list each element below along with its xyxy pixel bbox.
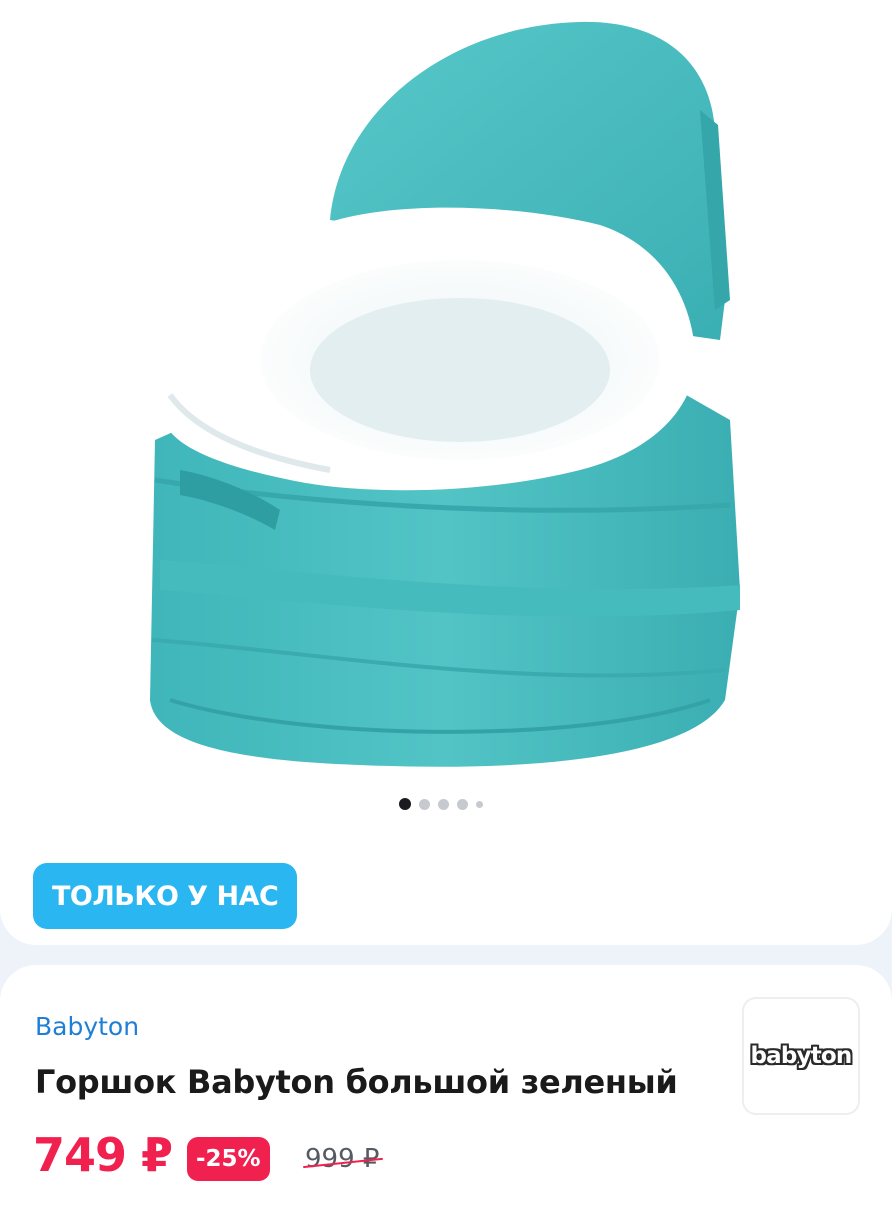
promo-badge: ТОЛЬКО У НАС bbox=[33, 863, 298, 929]
pagination-dot[interactable] bbox=[419, 798, 430, 810]
brand-link[interactable]: Babyton bbox=[35, 1012, 139, 1041]
pagination-dot[interactable] bbox=[457, 798, 468, 810]
pagination-dot[interactable] bbox=[476, 800, 483, 808]
product-gallery-card: ТОЛЬКО У НАС bbox=[0, 0, 892, 945]
brand-logo-button[interactable]: babyton bbox=[742, 997, 860, 1115]
product-image[interactable] bbox=[100, 0, 800, 790]
discount-badge: -25% bbox=[187, 1137, 270, 1181]
pagination-dot[interactable] bbox=[438, 798, 449, 810]
gallery-pagination[interactable] bbox=[399, 798, 483, 810]
product-title: Горшок Babyton большой зеленый bbox=[35, 1063, 678, 1101]
pagination-dot[interactable] bbox=[399, 798, 411, 810]
brand-logo: babyton bbox=[750, 1043, 852, 1069]
current-price: 749 ₽ bbox=[33, 1128, 173, 1182]
